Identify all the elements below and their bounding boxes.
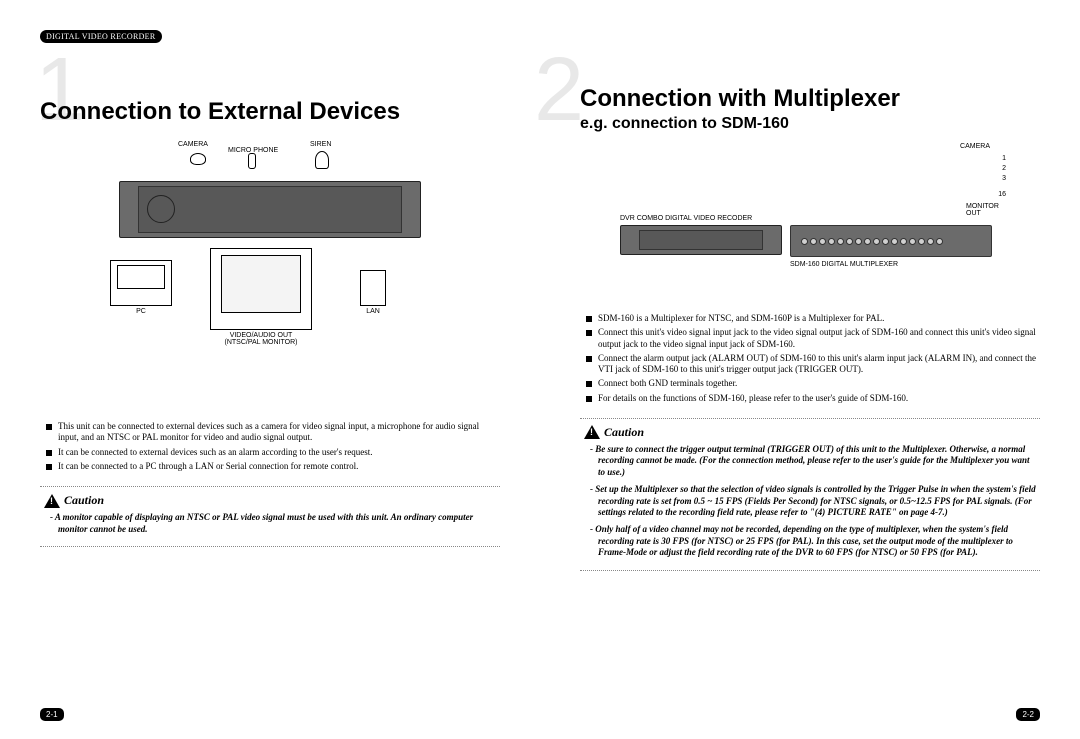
list-item: For details on the functions of SDM-160,… (586, 393, 1040, 404)
monitor-icon (210, 248, 312, 330)
bullet-text: It can be connected to a PC through a LA… (58, 461, 358, 472)
warning-icon (584, 425, 600, 439)
label-camera: CAMERA (178, 141, 208, 148)
bullet-text: SDM-160 is a Multiplexer for NTSC, and S… (598, 313, 884, 324)
list-item: This unit can be connected to external d… (46, 421, 500, 444)
monitor-device: VIDEO/AUDIO OUT (NTSC/PAL MONITOR) (210, 248, 312, 346)
caution-title: Caution (64, 493, 104, 508)
caution-body: - A monitor capable of displaying an NTS… (44, 512, 496, 535)
label-monitor-out: MONITOR OUT (966, 203, 1010, 217)
caution-item: - A monitor capable of displaying an NTS… (58, 512, 496, 535)
label-cam3: 3 (1002, 175, 1006, 182)
dvr-unit (119, 181, 421, 238)
label-cam2: 2 (1002, 165, 1006, 172)
bullet-text: This unit can be connected to external d… (58, 421, 500, 444)
caution-item: - Only half of a video channel may not b… (598, 524, 1036, 559)
section1-caution: Caution - A monitor capable of displayin… (40, 486, 500, 547)
left-page: DIGITAL VIDEO RECORDER 1 Connection to E… (0, 0, 540, 739)
section1-bullets: This unit can be connected to external d… (40, 421, 500, 472)
microphone-icon (248, 153, 256, 169)
label-ntsc-pal: (NTSC/PAL MONITOR) (210, 339, 312, 346)
bullet-text: Connect both GND terminals together. (598, 378, 737, 389)
siren-icon (315, 151, 329, 169)
caution-body: - Be sure to connect the trigger output … (584, 444, 1036, 559)
label-mux: SDM-160 DIGITAL MULTIPLEXER (790, 261, 898, 268)
bullet-icon (586, 316, 592, 322)
bullet-text: Connect this unit's video signal input j… (598, 327, 1040, 350)
bullet-text: For details on the functions of SDM-160,… (598, 393, 908, 404)
label-cam16: 16 (998, 191, 1006, 198)
caution-heading: Caution (584, 425, 1036, 440)
list-item: Connect both GND terminals together. (586, 378, 1040, 389)
list-item: Connect the alarm output jack (ALARM OUT… (586, 353, 1040, 376)
bullet-icon (46, 424, 52, 430)
bullet-icon (46, 450, 52, 456)
label-cam1: 1 (1002, 155, 1006, 162)
page-number-right: 2-2 (1016, 708, 1040, 721)
bullet-icon (586, 381, 592, 387)
bullet-text: Connect the alarm output jack (ALARM OUT… (598, 353, 1040, 376)
bullet-icon (586, 396, 592, 402)
diagram-multiplexer: CAMERA 1 2 3 16 MONITOR OUT DVR COMBO DI… (620, 143, 1000, 303)
section2-subtitle: e.g. connection to SDM-160 (580, 115, 1040, 133)
caution-heading: Caution (44, 493, 496, 508)
bullet-icon (586, 330, 592, 336)
section-number-2: 2 (534, 45, 584, 135)
bullet-text: It can be connected to external devices … (58, 447, 373, 458)
section2-caution: Caution - Be sure to connect the trigger… (580, 418, 1040, 571)
warning-icon (44, 494, 60, 508)
label-pc: PC (110, 308, 172, 315)
camera-icon (190, 153, 206, 165)
list-item: Connect this unit's video signal input j… (586, 327, 1040, 350)
label-lan: LAN (360, 308, 386, 315)
section2-bullets: SDM-160 is a Multiplexer for NTSC, and S… (580, 313, 1040, 404)
section2-title: Connection with Multiplexer (580, 85, 1040, 113)
label-camera-r: CAMERA (960, 143, 990, 150)
diagram-external-devices: CAMERA MICRO PHONE SIREN PC (40, 141, 500, 411)
fan-icon (147, 195, 175, 223)
lan-device: LAN (360, 270, 386, 315)
bullet-icon (46, 464, 52, 470)
manual-spread: DIGITAL VIDEO RECORDER 1 Connection to E… (0, 0, 1080, 739)
pc-device: PC (110, 260, 172, 315)
lan-icon (360, 270, 386, 306)
bullet-icon (586, 356, 592, 362)
list-item: SDM-160 is a Multiplexer for NTSC, and S… (586, 313, 1040, 324)
caution-item: - Be sure to connect the trigger output … (598, 444, 1036, 479)
dvr-unit-small (620, 225, 782, 255)
caution-item: - Set up the Multiplexer so that the sel… (598, 484, 1036, 519)
label-dvr: DVR COMBO DIGITAL VIDEO RECODER (620, 215, 752, 222)
right-page: 2 Connection with Multiplexer e.g. conne… (540, 0, 1080, 739)
pc-icon (110, 260, 172, 306)
list-item: It can be connected to a PC through a LA… (46, 461, 500, 472)
page-number-left: 2-1 (40, 708, 64, 721)
label-video-audio: VIDEO/AUDIO OUT (210, 332, 312, 339)
section1-title: Connection to External Devices (40, 98, 500, 126)
label-siren: SIREN (310, 141, 331, 148)
caution-title: Caution (604, 425, 644, 440)
multiplexer-unit (790, 225, 992, 257)
jack-icon (801, 238, 808, 245)
list-item: It can be connected to external devices … (46, 447, 500, 458)
